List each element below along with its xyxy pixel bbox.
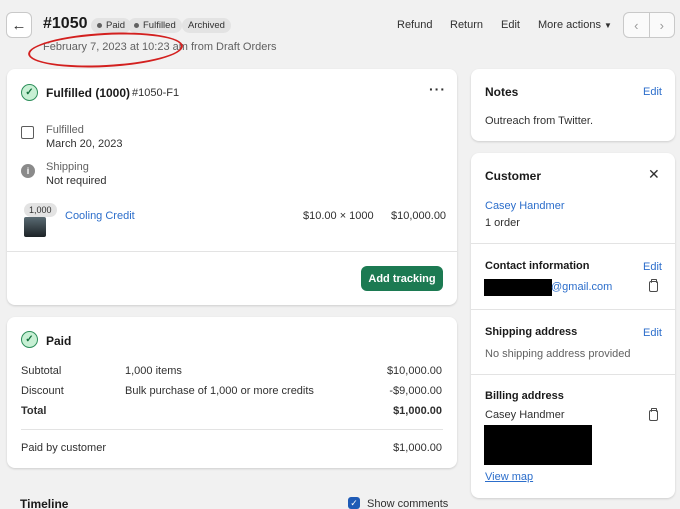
customer-name-link[interactable]: Casey Handmer bbox=[485, 200, 564, 212]
customer-order-count: 1 order bbox=[485, 217, 520, 229]
show-comments-checkbox[interactable]: ✓ bbox=[348, 497, 360, 509]
redacted-email bbox=[484, 279, 552, 296]
divider bbox=[471, 374, 675, 375]
shipping-address-edit-link[interactable]: Edit bbox=[643, 327, 662, 339]
discount-label: Discount bbox=[21, 385, 64, 397]
unit-price: $10.00 × 1000 bbox=[303, 210, 374, 222]
copy-icon[interactable] bbox=[649, 279, 658, 292]
info-icon: i bbox=[21, 164, 35, 178]
billing-name: Casey Handmer bbox=[485, 409, 565, 421]
fulfilled-date: March 20, 2023 bbox=[46, 138, 123, 150]
close-icon[interactable]: ✕ bbox=[648, 166, 660, 183]
more-options-icon[interactable]: ··· bbox=[429, 81, 446, 97]
redacted-address bbox=[484, 425, 592, 465]
order-pagination: ‹ › bbox=[623, 12, 675, 38]
payment-card: ✓ Paid Subtotal 1,000 items $10,000.00 D… bbox=[7, 317, 457, 468]
refund-button[interactable]: Refund bbox=[397, 19, 432, 31]
edit-button[interactable]: Edit bbox=[501, 19, 520, 31]
total-label: Total bbox=[21, 405, 47, 417]
copy-icon[interactable] bbox=[649, 408, 658, 421]
fulfilled-label: Fulfilled bbox=[46, 124, 84, 136]
payment-title: Paid bbox=[46, 334, 72, 348]
chevron-right-icon[interactable]: › bbox=[650, 13, 675, 37]
view-map-link[interactable]: View map bbox=[485, 471, 533, 483]
divider bbox=[7, 251, 457, 252]
caret-down-icon: ▼ bbox=[604, 21, 612, 30]
subtotal-label: Subtotal bbox=[21, 365, 62, 377]
customer-email-link[interactable]: @gmail.com bbox=[551, 281, 612, 293]
paid-by-customer-label: Paid by customer bbox=[21, 442, 106, 454]
show-comments-label: Show comments bbox=[367, 498, 449, 509]
customer-title: Customer bbox=[485, 169, 542, 183]
divider bbox=[471, 243, 675, 244]
red-circle-annotation bbox=[27, 28, 184, 72]
status-badge-fulfilled: Fulfilled bbox=[128, 18, 182, 33]
return-button[interactable]: Return bbox=[450, 19, 483, 31]
order-number: #1050 bbox=[43, 15, 88, 32]
divider bbox=[21, 429, 443, 430]
subtotal-detail: 1,000 items bbox=[125, 365, 182, 377]
paid-by-customer-amount: $1,000.00 bbox=[393, 442, 442, 454]
shipping-label: Shipping bbox=[46, 161, 89, 173]
fulfillment-id: #1050-F1 bbox=[132, 87, 180, 99]
arrow-left-icon: ← bbox=[11, 16, 27, 34]
timeline-title: Timeline bbox=[20, 497, 69, 509]
discount-amount: -$9,000.00 bbox=[389, 385, 442, 397]
check-circle-icon: ✓ bbox=[21, 331, 38, 348]
back-button[interactable]: ← bbox=[6, 12, 32, 38]
chevron-left-icon[interactable]: ‹ bbox=[624, 13, 650, 37]
product-link[interactable]: Cooling Credit bbox=[65, 210, 135, 222]
notes-text: Outreach from Twitter. bbox=[485, 115, 594, 127]
billing-address-title: Billing address bbox=[485, 390, 564, 402]
notes-title: Notes bbox=[485, 85, 519, 99]
add-tracking-button[interactable]: Add tracking bbox=[361, 266, 443, 291]
check-circle-icon: ✓ bbox=[21, 84, 38, 101]
fulfillment-card: ✓ Fulfilled (1000) #1050-F1 ··· Fulfille… bbox=[7, 69, 457, 305]
fulfillment-title: Fulfilled (1000) bbox=[46, 86, 131, 100]
notes-edit-link[interactable]: Edit bbox=[643, 86, 662, 98]
discount-detail: Bulk purchase of 1,000 or more credits bbox=[125, 385, 314, 397]
subtotal-amount: $10,000.00 bbox=[386, 365, 442, 377]
calendar-icon bbox=[21, 126, 34, 139]
notes-card: Notes Edit Outreach from Twitter. bbox=[471, 69, 675, 141]
divider bbox=[471, 309, 675, 310]
shipping-address-title: Shipping address bbox=[485, 326, 578, 338]
shipping-value: Not required bbox=[46, 175, 107, 187]
total-amount: $1,000.00 bbox=[393, 405, 442, 417]
contact-edit-link[interactable]: Edit bbox=[643, 261, 662, 273]
status-badge-paid: Paid bbox=[91, 18, 132, 33]
more-actions-button[interactable]: More actions ▼ bbox=[538, 19, 612, 31]
contact-title: Contact information bbox=[485, 260, 590, 272]
customer-card: Customer ✕ Casey Handmer 1 order Contact… bbox=[471, 153, 675, 498]
shipping-address-value: No shipping address provided bbox=[485, 348, 631, 360]
line-total: $10,000.00 bbox=[391, 210, 447, 222]
quantity-badge: 1,000 bbox=[24, 203, 57, 217]
status-badge-archived: Archived bbox=[182, 18, 231, 33]
product-thumbnail bbox=[24, 217, 46, 237]
